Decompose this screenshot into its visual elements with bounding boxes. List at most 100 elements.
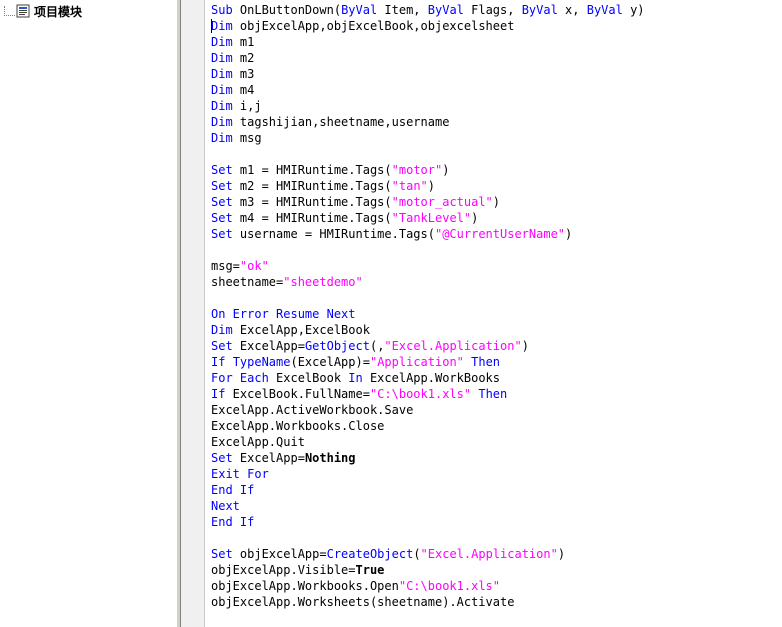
code-string: "Application" (369, 355, 464, 369)
code-keyword: Next (211, 499, 240, 513)
code-keyword: Then (471, 355, 501, 369)
code-keyword: Dim (211, 83, 233, 97)
code-line[interactable]: Set username = HMIRuntime.Tags("@Current… (211, 226, 645, 242)
code-text: ) (427, 179, 435, 193)
code-text: (ExcelApp)= (290, 355, 370, 369)
code-area[interactable]: Sub OnLButtonDown(ByVal Item, ByVal Flag… (211, 2, 645, 610)
code-line[interactable]: Dim objExcelApp,objExcelBook,objexcelshe… (211, 18, 645, 34)
code-line[interactable]: Dim m3 (211, 66, 645, 82)
code-keyword: Exit For (211, 467, 269, 481)
code-line[interactable]: Set m3 = HMIRuntime.Tags("motor_actual") (211, 194, 645, 210)
code-line[interactable]: Next (211, 498, 645, 514)
code-string: "sheetdemo" (283, 275, 363, 289)
code-string: "Excel.Application" (384, 339, 522, 353)
code-text: objExcelApp= (232, 547, 327, 561)
code-text: msg (232, 131, 262, 145)
code-text: i,j (232, 99, 262, 113)
code-string: "@CurrentUserName" (434, 227, 566, 241)
code-string: "tan" (391, 179, 428, 193)
tree-item-project-modules[interactable]: 项目模块 (2, 2, 82, 20)
code-line[interactable] (211, 146, 645, 162)
code-line[interactable]: Dim i,j (211, 98, 645, 114)
code-text: username = HMIRuntime.Tags( (232, 227, 435, 241)
code-line[interactable]: Set ExcelApp=GetObject(,"Excel.Applicati… (211, 338, 645, 354)
code-keyword: ByVal (586, 3, 623, 17)
code-line[interactable]: Set m2 = HMIRuntime.Tags("tan") (211, 178, 645, 194)
code-line[interactable]: Dim ExcelApp,ExcelBook (211, 322, 645, 338)
code-line[interactable]: ExcelApp.ActiveWorkbook.Save (211, 402, 645, 418)
code-text: ExcelApp= (232, 339, 305, 353)
code-keyword: Set (211, 451, 233, 465)
code-keyword: ByVal (341, 3, 378, 17)
code-line[interactable]: objExcelApp.Workbooks.Open"C:\book1.xls" (211, 578, 645, 594)
code-line[interactable]: Set m1 = HMIRuntime.Tags("motor") (211, 162, 645, 178)
module-folder-icon (16, 4, 30, 18)
code-line[interactable]: ExcelApp.Workbooks.Close (211, 418, 645, 434)
code-line[interactable]: Set objExcelApp=CreateObject("Excel.Appl… (211, 546, 645, 562)
code-string: "motor" (391, 163, 443, 177)
code-text: ) (557, 547, 566, 561)
code-keyword: If (211, 355, 226, 369)
editor-gutter (181, 0, 205, 627)
code-line[interactable] (211, 530, 645, 546)
code-text: Flags, (463, 3, 522, 17)
code-text: True (355, 563, 385, 577)
code-line[interactable]: If ExcelBook.FullName="C:\book1.xls" The… (211, 386, 645, 402)
code-line[interactable]: Dim msg (211, 130, 645, 146)
code-line[interactable]: End If (211, 482, 645, 498)
code-line[interactable]: sheetname="sheetdemo" (211, 274, 645, 290)
code-line[interactable]: Dim m4 (211, 82, 645, 98)
code-text: ExcelApp.WorkBooks (362, 371, 501, 385)
code-line[interactable]: Dim m2 (211, 50, 645, 66)
code-keyword: Dim (211, 99, 233, 113)
code-line[interactable]: End If (211, 514, 645, 530)
code-text: ) (471, 211, 479, 225)
code-text: ) (521, 339, 529, 353)
code-text: Nothing (304, 451, 356, 465)
code-text: ExcelApp,ExcelBook (232, 323, 370, 337)
code-text: objExcelApp.Worksheets(sheetname).Activa… (211, 595, 515, 609)
code-line[interactable]: On Error Resume Next (211, 306, 645, 322)
code-line[interactable]: Dim tagshijian,sheetname,username (211, 114, 645, 130)
app-window: 项目模块 Sub OnLButtonDown(ByVal Item, ByVal… (0, 0, 782, 627)
code-keyword: Set (211, 227, 233, 241)
code-line[interactable] (211, 290, 645, 306)
code-string: "Excel.Application" (420, 547, 558, 561)
code-text: ) (565, 227, 573, 241)
code-keyword: Set (211, 179, 233, 193)
code-line[interactable]: Set ExcelApp=Nothing (211, 450, 645, 466)
tree-connector (4, 6, 15, 16)
code-line[interactable]: objExcelApp.Visible=True (211, 562, 645, 578)
code-line[interactable]: Sub OnLButtonDown(ByVal Item, ByVal Flag… (211, 2, 645, 18)
code-line[interactable]: msg="ok" (211, 258, 645, 274)
code-keyword: On Error Resume Next (211, 307, 356, 321)
code-keyword: In (348, 371, 363, 385)
code-string: "TankLevel" (391, 211, 472, 225)
code-text: ExcelBook.FullName= (225, 387, 370, 401)
code-text: ExcelBook (268, 371, 349, 385)
code-keyword: Dim (211, 131, 233, 145)
project-tree-pane[interactable]: 项目模块 (0, 0, 176, 627)
code-text: TypeName (232, 355, 291, 369)
code-keyword: ByVal (427, 3, 464, 17)
code-keyword: Set (211, 195, 233, 209)
code-text: (, (369, 339, 385, 353)
code-line[interactable] (211, 242, 645, 258)
code-line[interactable]: For Each ExcelBook In ExcelApp.WorkBooks (211, 370, 645, 386)
code-line[interactable]: If TypeName(ExcelApp)="Application" Then (211, 354, 645, 370)
code-line[interactable]: Exit For (211, 466, 645, 482)
tree-item-label: 项目模块 (34, 4, 83, 19)
script-editor[interactable]: Sub OnLButtonDown(ByVal Item, ByVal Flag… (181, 0, 782, 627)
code-text: ExcelApp.Quit (211, 435, 305, 449)
code-text: objExcelApp,objExcelBook,objexcelsheet (232, 19, 515, 33)
code-line[interactable]: ExcelApp.Quit (211, 434, 645, 450)
code-line[interactable]: Set m4 = HMIRuntime.Tags("TankLevel") (211, 210, 645, 226)
code-line[interactable]: objExcelApp.Worksheets(sheetname).Activa… (211, 594, 645, 610)
code-text: m3 = HMIRuntime.Tags( (232, 195, 392, 209)
code-text: m1 = HMIRuntime.Tags( (232, 163, 392, 177)
code-line[interactable]: Dim m1 (211, 34, 645, 50)
code-text: objExcelApp.Visible= (211, 563, 356, 577)
code-text: ( (413, 547, 421, 561)
code-string: "C:\book1.xls" (369, 387, 472, 401)
code-keyword: Dim (211, 323, 233, 337)
